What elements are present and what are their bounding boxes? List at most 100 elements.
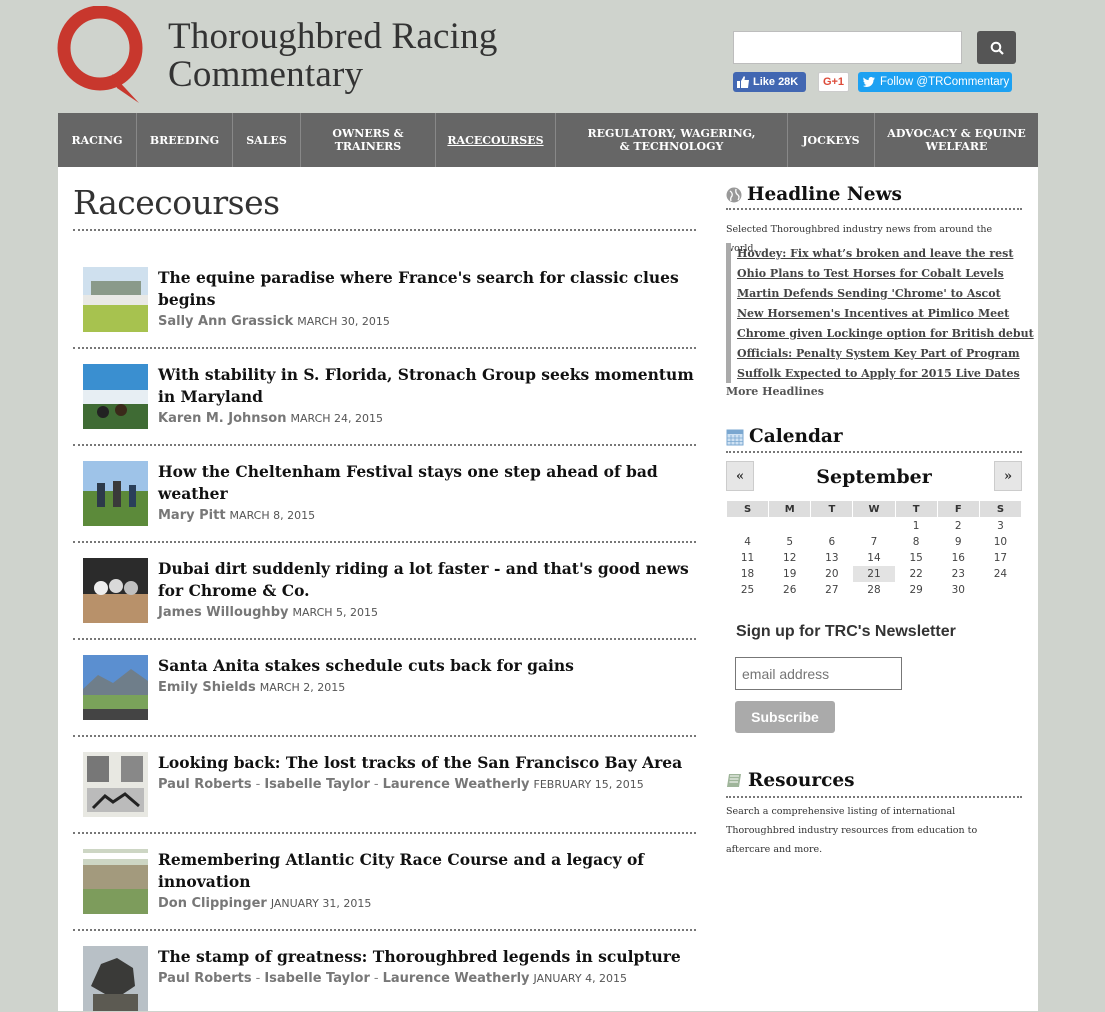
- more-headlines-link[interactable]: More Headlines: [726, 385, 1016, 398]
- calendar-day-cell[interactable]: 28: [853, 582, 895, 598]
- calendar-next-button[interactable]: »: [994, 461, 1022, 491]
- calendar-prev-button[interactable]: «: [726, 461, 754, 491]
- article-author[interactable]: Laurence Weatherly: [383, 777, 530, 792]
- article-thumbnail[interactable]: [83, 558, 148, 623]
- article-item[interactable]: The equine paradise where France's searc…: [83, 267, 698, 333]
- article-thumbnail[interactable]: [83, 267, 148, 332]
- article-title[interactable]: With stability in S. Florida, Stronach G…: [158, 364, 698, 408]
- article-thumbnail[interactable]: [83, 364, 148, 429]
- calendar-day-cell[interactable]: 30: [937, 582, 979, 598]
- calendar-day-cell[interactable]: 23: [937, 566, 979, 582]
- calendar-day-cell[interactable]: 1: [895, 518, 937, 535]
- google-plus-button[interactable]: G+1: [818, 72, 849, 92]
- calendar-day-cell[interactable]: 14: [853, 550, 895, 566]
- headline-link[interactable]: Suffolk Expected to Apply for 2015 Live …: [726, 363, 1020, 383]
- article-author[interactable]: James Willoughby: [158, 605, 288, 620]
- calendar-day-cell[interactable]: 27: [811, 582, 853, 598]
- calendar-day-cell[interactable]: 6: [811, 534, 853, 550]
- article-author[interactable]: Isabelle Taylor: [264, 777, 370, 792]
- nav-racing[interactable]: RACING: [58, 113, 137, 167]
- calendar-day-cell[interactable]: 3: [979, 518, 1021, 535]
- headline-link[interactable]: Chrome given Lockinge option for British…: [726, 323, 1034, 343]
- article-item[interactable]: Remembering Atlantic City Race Course an…: [83, 849, 698, 915]
- article-author[interactable]: Emily Shields: [158, 680, 256, 695]
- nav-jockeys[interactable]: JOCKEYS: [788, 113, 875, 167]
- article-title[interactable]: Looking back: The lost tracks of the San…: [158, 752, 698, 774]
- twitter-follow-button[interactable]: Follow @TRCommentary: [858, 72, 1012, 92]
- article-author[interactable]: Don Clippinger: [158, 896, 267, 911]
- calendar-day-cell: [727, 518, 769, 535]
- article-item[interactable]: How the Cheltenham Festival stays one st…: [83, 461, 698, 527]
- article-thumbnail[interactable]: [83, 461, 148, 526]
- headline-link[interactable]: Ohio Plans to Test Horses for Cobalt Lev…: [726, 263, 1016, 283]
- calendar-day-cell[interactable]: 4: [727, 534, 769, 550]
- nav-advocacy[interactable]: ADVOCACY & EQUINE WELFARE: [875, 113, 1038, 167]
- search-input[interactable]: [733, 31, 962, 64]
- article-item[interactable]: The stamp of greatness: Thoroughbred leg…: [83, 946, 698, 1012]
- article-author[interactable]: Paul Roberts: [158, 971, 252, 986]
- article-title[interactable]: Santa Anita stakes schedule cuts back fo…: [158, 655, 698, 677]
- nav-racecourses-label: RACECOURSES: [447, 133, 544, 147]
- calendar-day-cell[interactable]: 2: [937, 518, 979, 535]
- headline-link[interactable]: Hovdey: Fix what’s broken and leave the …: [726, 243, 1016, 263]
- trc-logo-icon[interactable]: [57, 6, 143, 104]
- calendar-day-cell[interactable]: 26: [769, 582, 811, 598]
- calendar-day-cell[interactable]: 21: [852, 566, 896, 582]
- calendar-day-cell[interactable]: 15: [895, 550, 937, 566]
- article-title[interactable]: The equine paradise where France's searc…: [158, 267, 698, 311]
- article-thumbnail[interactable]: [83, 849, 148, 914]
- article-item[interactable]: Looking back: The lost tracks of the San…: [83, 752, 698, 818]
- calendar-day-cell[interactable]: 9: [937, 534, 979, 550]
- calendar-day-cell[interactable]: 24: [979, 566, 1021, 582]
- calendar-day-cell[interactable]: 8: [895, 534, 937, 550]
- article-title[interactable]: Remembering Atlantic City Race Course an…: [158, 849, 698, 893]
- calendar-day-cell[interactable]: 5: [769, 534, 811, 550]
- nav-owners-trainers[interactable]: OWNERS & TRAINERS: [301, 113, 436, 167]
- calendar-day-cell[interactable]: 10: [979, 534, 1021, 550]
- article-thumbnail[interactable]: [83, 655, 148, 720]
- article-author[interactable]: Karen M. Johnson: [158, 411, 286, 426]
- site-title-line2[interactable]: Commentary: [168, 56, 498, 94]
- calendar-day-cell[interactable]: 17: [979, 550, 1021, 566]
- article-author[interactable]: Laurence Weatherly: [383, 971, 530, 986]
- calendar-day-cell[interactable]: 25: [727, 582, 769, 598]
- nav-racecourses[interactable]: RACECOURSES: [436, 113, 556, 167]
- article-item[interactable]: Santa Anita stakes schedule cuts back fo…: [83, 655, 698, 721]
- article-item[interactable]: Dubai dirt suddenly riding a lot faster …: [83, 558, 698, 624]
- article-author[interactable]: Paul Roberts: [158, 777, 252, 792]
- calendar-day-cell[interactable]: 13: [811, 550, 853, 566]
- calendar-day-cell[interactable]: 19: [769, 566, 811, 582]
- article-author[interactable]: Sally Ann Grassick: [158, 314, 293, 329]
- calendar-day-cell[interactable]: 11: [727, 550, 769, 566]
- article-author[interactable]: Mary Pitt: [158, 508, 226, 523]
- main-navigation: RACING BREEDING SALES OWNERS & TRAINERS …: [58, 113, 1038, 167]
- article-title[interactable]: How the Cheltenham Festival stays one st…: [158, 461, 698, 505]
- calendar-day-cell[interactable]: 22: [895, 566, 937, 582]
- site-title[interactable]: Thoroughbred Racing Commentary: [168, 18, 498, 94]
- facebook-like-button[interactable]: Like 28K: [733, 72, 806, 92]
- calendar-day-cell[interactable]: 29: [895, 582, 937, 598]
- article-thumbnail[interactable]: [83, 752, 148, 817]
- nav-sales[interactable]: SALES: [233, 113, 301, 167]
- headline-link[interactable]: Officials: Penalty System Key Part of Pr…: [726, 343, 1020, 363]
- nav-racing-label: RACING: [71, 133, 123, 147]
- article-title[interactable]: Dubai dirt suddenly riding a lot faster …: [158, 558, 698, 602]
- calendar-day-cell[interactable]: 18: [727, 566, 769, 582]
- headline-link[interactable]: Martin Defends Sending 'Chrome' to Ascot: [726, 283, 1016, 303]
- article-meta: Don Clippinger JANUARY 31, 2015: [158, 896, 371, 911]
- site-title-line1[interactable]: Thoroughbred Racing: [168, 18, 498, 56]
- calendar-day-cell[interactable]: 7: [853, 534, 895, 550]
- calendar-day-cell[interactable]: 12: [769, 550, 811, 566]
- article-item[interactable]: With stability in S. Florida, Stronach G…: [83, 364, 698, 430]
- headline-link[interactable]: New Horsemen's Incentives at Pimlico Mee…: [726, 303, 1016, 323]
- calendar-day-cell[interactable]: 20: [811, 566, 853, 582]
- calendar-day-cell[interactable]: 16: [937, 550, 979, 566]
- search-button[interactable]: [977, 31, 1016, 64]
- article-title[interactable]: The stamp of greatness: Thoroughbred leg…: [158, 946, 698, 968]
- article-author[interactable]: Isabelle Taylor: [264, 971, 370, 986]
- subscribe-button[interactable]: Subscribe: [735, 701, 835, 733]
- article-thumbnail[interactable]: [83, 946, 148, 1011]
- email-field[interactable]: [735, 657, 902, 690]
- nav-regulatory[interactable]: REGULATORY, WAGERING, & TECHNOLOGY: [556, 113, 788, 167]
- nav-breeding[interactable]: BREEDING: [137, 113, 233, 167]
